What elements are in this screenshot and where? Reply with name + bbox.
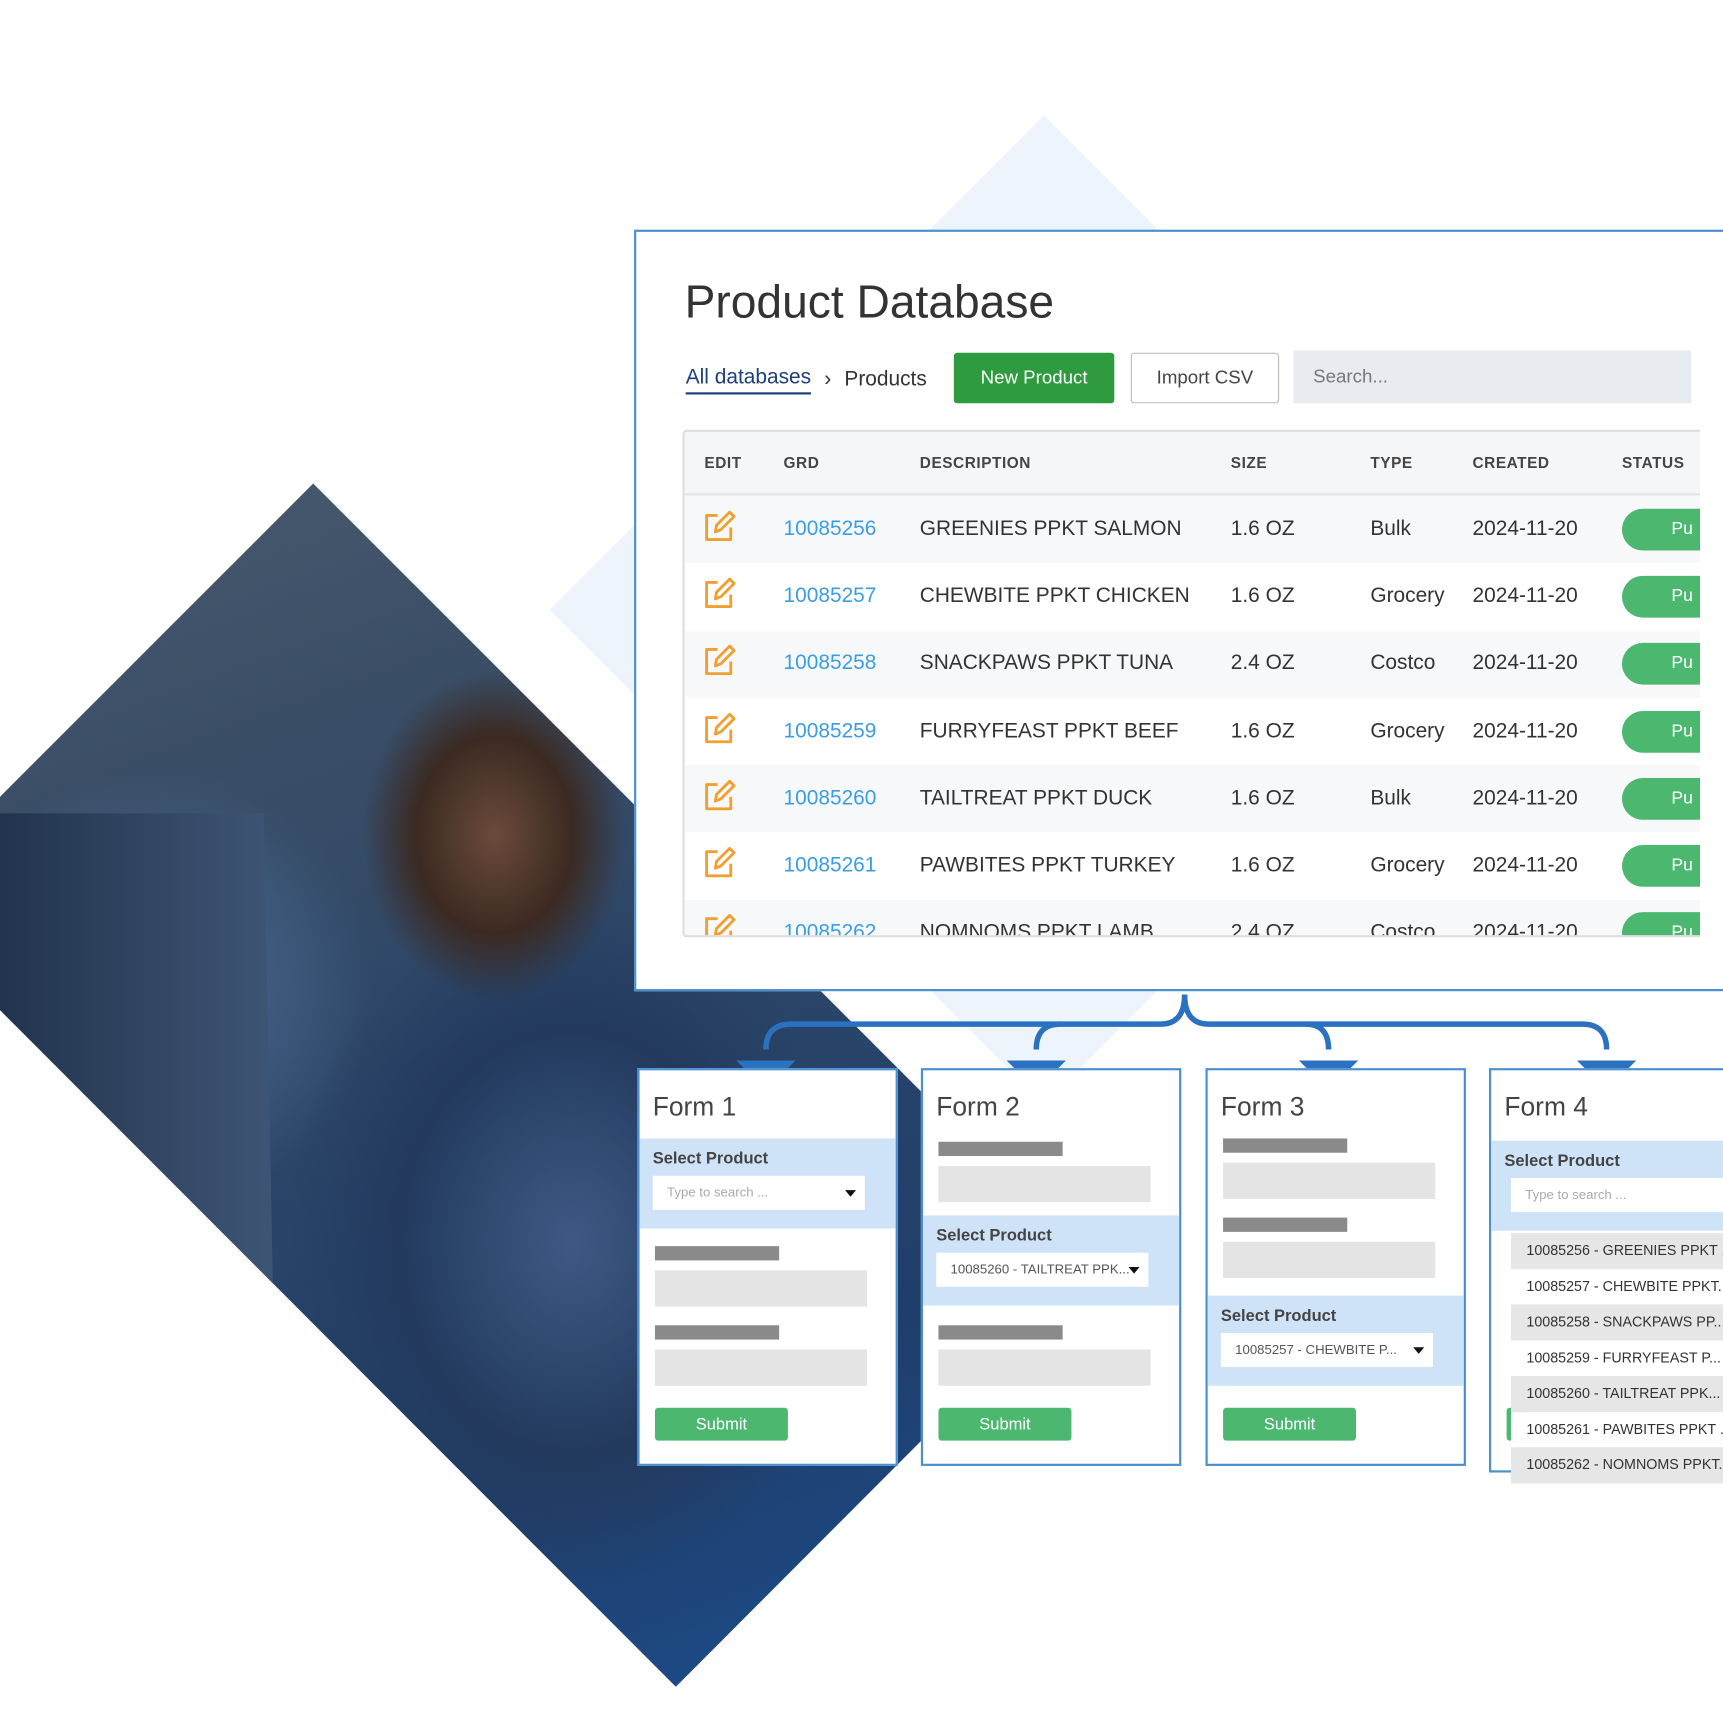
dropdown-value: 10085260 - TAILTREAT PPK...: [950, 1261, 1130, 1277]
form-2: Form 2 Select Product 10085260 - TAILTRE…: [920, 1068, 1182, 1466]
field-input-placeholder[interactable]: [1223, 1241, 1436, 1279]
dropdown-value: 10085257 - CHEWBITE P...: [1235, 1341, 1397, 1358]
product-dropdown[interactable]: Type to search ...: [1510, 1178, 1723, 1213]
form-title: Form 3: [1220, 1092, 1305, 1122]
dropdown-option[interactable]: 10085260 - TAILTREAT PPK...: [1510, 1375, 1723, 1412]
field-label-placeholder: [654, 1246, 780, 1261]
dropdown-placeholder: Type to search ...: [667, 1184, 769, 1200]
dropdown-option[interactable]: 10085258 - SNACKPAWS PP...: [1510, 1304, 1723, 1341]
field-label-placeholder: [1223, 1217, 1348, 1232]
submit-button[interactable]: Submit: [938, 1407, 1072, 1441]
select-product-label: Select Product: [936, 1226, 1052, 1246]
field-input-placeholder[interactable]: [938, 1165, 1151, 1203]
select-product-section: Select Product 10085257 - CHEWBITE P...: [1207, 1295, 1464, 1386]
form-title: Form 2: [936, 1092, 1020, 1122]
select-product-label: Select Product: [1504, 1151, 1620, 1171]
field-input-placeholder[interactable]: [938, 1349, 1151, 1386]
select-product-label: Select Product: [652, 1149, 769, 1169]
caret-down-icon: [1413, 1347, 1425, 1354]
form-4: Form 4 Select Product Type to search ...…: [1489, 1068, 1723, 1483]
field-label-placeholder: [654, 1325, 780, 1340]
select-product-section: Select Product Type to search ...: [1491, 1140, 1723, 1231]
dropdown-option[interactable]: 10085261 - PAWBITES PPKT ...: [1510, 1411, 1723, 1448]
caret-down-icon: [1128, 1267, 1140, 1274]
submit-button[interactable]: Submit: [654, 1407, 788, 1441]
field-label-placeholder: [938, 1141, 1063, 1157]
form-1: Form 1 Select Product Type to search ...…: [637, 1068, 898, 1466]
field-input-placeholder[interactable]: [654, 1349, 868, 1386]
dropdown-option[interactable]: 10085259 - FURRYFEAST P...: [1510, 1340, 1723, 1376]
form-title: Form 4: [1504, 1092, 1588, 1122]
caret-down-icon: [845, 1190, 857, 1197]
select-product-section: Select Product Type to search ...: [639, 1138, 896, 1229]
form-title: Form 1: [652, 1092, 737, 1122]
product-dropdown[interactable]: Type to search ...: [652, 1175, 865, 1210]
select-product-label: Select Product: [1220, 1306, 1337, 1326]
field-input-placeholder[interactable]: [654, 1270, 868, 1307]
product-dropdown[interactable]: 10085257 - CHEWBITE P...: [1220, 1332, 1433, 1368]
field-label-placeholder: [938, 1325, 1063, 1340]
dropdown-placeholder: Type to search ...: [1525, 1186, 1627, 1203]
dropdown-options-list: 10085256 - GREENIES PPKT ... 10085257 - C…: [1510, 1232, 1723, 1483]
select-product-section: Select Product 10085260 - TAILTREAT PPK.…: [923, 1215, 1180, 1306]
field-label-placeholder: [1223, 1138, 1348, 1153]
submit-button[interactable]: Submit: [1223, 1407, 1357, 1441]
dropdown-option[interactable]: 10085262 - NOMNOMS PPKT...: [1510, 1447, 1723, 1483]
product-dropdown[interactable]: 10085260 - TAILTREAT PPK...: [936, 1252, 1149, 1287]
dropdown-option[interactable]: 10085257 - CHEWBITE PPKT...: [1510, 1268, 1723, 1305]
field-input-placeholder[interactable]: [1223, 1162, 1436, 1199]
dropdown-option[interactable]: 10085256 - GREENIES PPKT ...: [1510, 1232, 1723, 1269]
form-3: Form 3 Select Product 10085257 - CHEWBIT…: [1205, 1068, 1466, 1466]
